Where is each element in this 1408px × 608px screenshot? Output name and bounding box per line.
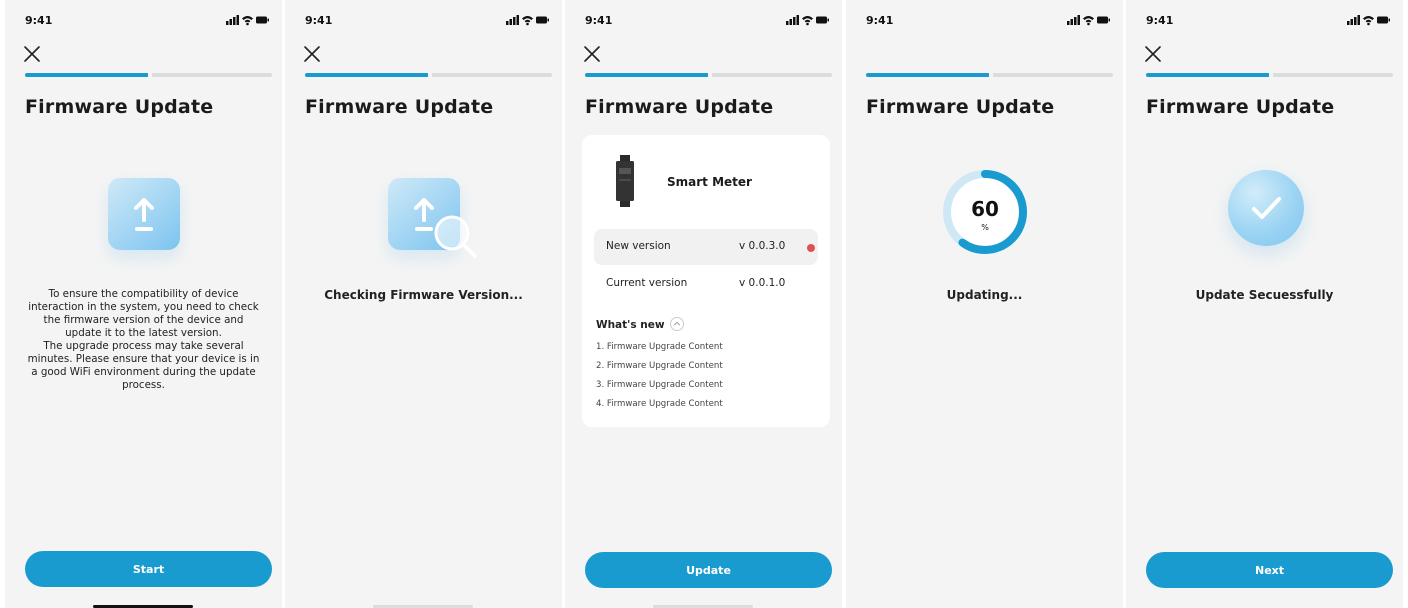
battery-icon bbox=[816, 16, 829, 24]
step-progress bbox=[1146, 73, 1393, 77]
step-progress bbox=[25, 73, 272, 77]
screen-updating: 9:41 Firmware Update 60 % Updating... bbox=[846, 0, 1123, 608]
upload-icon bbox=[134, 198, 154, 231]
magnifier-icon bbox=[434, 215, 477, 258]
status-label: Update Secuessfully bbox=[1195, 288, 1334, 302]
status-time: 9:41 bbox=[866, 14, 894, 27]
list-item: 2. Firmware Upgrade Content bbox=[596, 361, 723, 371]
description: To ensure the compatibility of device in… bbox=[25, 288, 262, 392]
status-bar: 9:41 bbox=[565, 14, 842, 28]
update-available-dot bbox=[807, 244, 815, 252]
wifi-icon bbox=[522, 16, 533, 26]
progress-unit: % bbox=[981, 223, 989, 232]
close-icon[interactable] bbox=[302, 44, 322, 64]
status-time: 9:41 bbox=[305, 14, 333, 27]
device-name: Smart Meter bbox=[667, 175, 752, 189]
check-icon bbox=[1252, 197, 1281, 219]
smart-meter-image bbox=[616, 155, 634, 207]
wifi-icon bbox=[802, 16, 813, 26]
signal-icon bbox=[1067, 15, 1080, 25]
screen-version-info: 9:41 Firmware Update Smart Meter New ver… bbox=[565, 0, 842, 608]
changes-list: 1. Firmware Upgrade Content 2. Firmware … bbox=[596, 341, 723, 417]
chevron-up-icon[interactable] bbox=[670, 317, 684, 331]
status-icons bbox=[786, 15, 829, 26]
update-button[interactable]: Update bbox=[585, 552, 832, 588]
success-badge bbox=[1228, 170, 1304, 246]
battery-icon bbox=[536, 16, 549, 24]
status-bar: 9:41 bbox=[285, 14, 562, 28]
status-bar: 9:41 bbox=[5, 14, 282, 28]
wifi-icon bbox=[1083, 16, 1094, 26]
page-title: Firmware Update bbox=[305, 96, 494, 118]
whats-new-label: What's new bbox=[596, 319, 665, 331]
battery-icon bbox=[1097, 16, 1110, 24]
close-icon[interactable] bbox=[22, 44, 42, 64]
new-version-label: New version bbox=[606, 240, 671, 252]
status-time: 9:41 bbox=[25, 14, 53, 27]
next-button[interactable]: Next bbox=[1146, 552, 1393, 588]
signal-icon bbox=[786, 15, 799, 25]
start-button[interactable]: Start bbox=[25, 551, 272, 587]
signal-icon bbox=[1347, 15, 1360, 25]
new-version-row: New version v 0.0.3.0 bbox=[594, 229, 818, 265]
screen-success: 9:41 Firmware Update Update Secuessfully… bbox=[1126, 0, 1403, 608]
description-paragraph: To ensure the compatibility of device in… bbox=[28, 288, 259, 339]
status-label: Checking Firmware Version... bbox=[324, 288, 523, 302]
screen-intro: 9:41 Firmware Update To ensure the compa… bbox=[5, 0, 282, 608]
step-progress bbox=[866, 73, 1113, 77]
screen-checking: 9:41 Firmware Update Checking Firmware V… bbox=[285, 0, 562, 608]
upload-tile bbox=[108, 178, 180, 250]
page-title: Firmware Update bbox=[1146, 96, 1335, 118]
list-item: 3. Firmware Upgrade Content bbox=[596, 380, 723, 390]
status-icons bbox=[506, 15, 549, 26]
battery-icon bbox=[1377, 16, 1390, 24]
close-icon[interactable] bbox=[582, 44, 602, 64]
wifi-icon bbox=[1363, 16, 1374, 26]
signal-icon bbox=[506, 15, 519, 25]
current-version-row: Current version v 0.0.1.0 bbox=[594, 266, 818, 302]
current-version-value: v 0.0.1.0 bbox=[739, 277, 786, 289]
close-icon[interactable] bbox=[1143, 44, 1163, 64]
step-progress bbox=[305, 73, 552, 77]
update-progress-ring: 60 % bbox=[940, 167, 1030, 257]
list-item: 1. Firmware Upgrade Content bbox=[596, 342, 723, 352]
status-bar: 9:41 bbox=[846, 14, 1123, 28]
status-icons bbox=[1347, 15, 1390, 26]
status-label: Updating... bbox=[946, 288, 1023, 302]
list-item: 4. Firmware Upgrade Content bbox=[596, 399, 723, 409]
description-paragraph: The upgrade process may take several min… bbox=[27, 340, 260, 391]
page-title: Firmware Update bbox=[585, 96, 774, 118]
status-time: 9:41 bbox=[585, 14, 613, 27]
page-title: Firmware Update bbox=[866, 96, 1055, 118]
step-progress bbox=[585, 73, 832, 77]
device-card: Smart Meter New version v 0.0.3.0 Curren… bbox=[582, 135, 830, 427]
status-bar: 9:41 bbox=[1126, 14, 1403, 28]
current-version-label: Current version bbox=[606, 277, 688, 289]
status-icons bbox=[226, 15, 269, 26]
new-version-value: v 0.0.3.0 bbox=[739, 240, 786, 252]
progress-value: 60 bbox=[971, 197, 999, 221]
battery-icon bbox=[256, 16, 269, 24]
status-icons bbox=[1067, 15, 1110, 26]
signal-icon bbox=[226, 15, 239, 25]
wifi-icon bbox=[242, 16, 253, 26]
page-title: Firmware Update bbox=[25, 96, 214, 118]
status-time: 9:41 bbox=[1146, 14, 1174, 27]
